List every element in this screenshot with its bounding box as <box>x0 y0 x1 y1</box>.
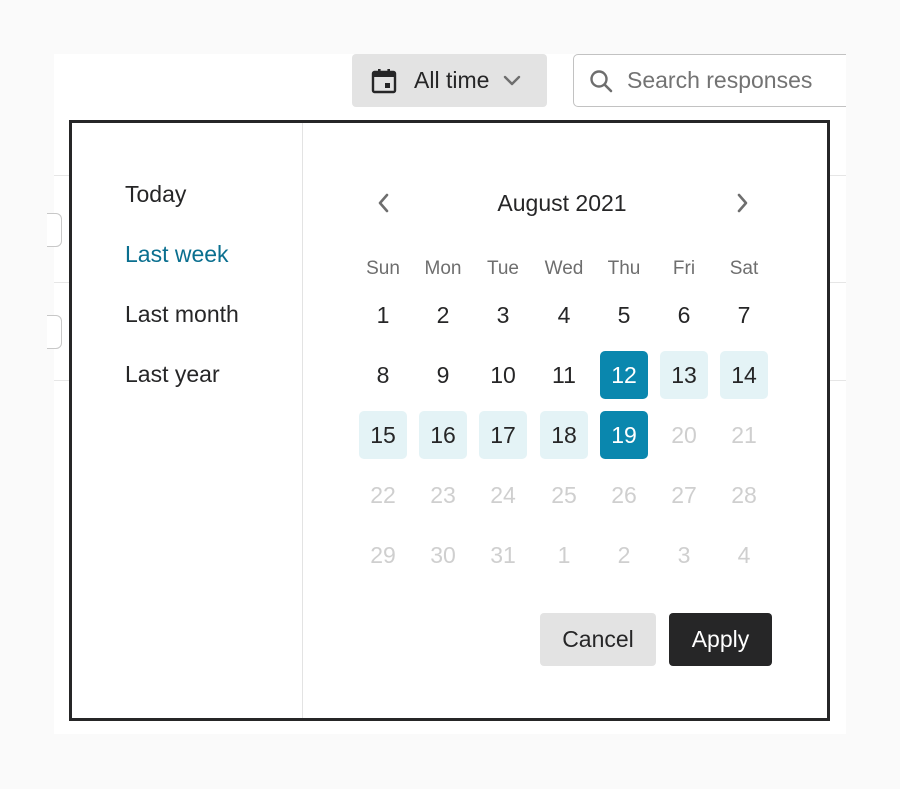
weekday-label: Sat <box>729 258 759 279</box>
calendar-day-disabled: 1 <box>557 541 571 568</box>
calendar-day-selected[interactable]: 12 <box>600 351 648 399</box>
calendar-day[interactable]: 6 <box>660 291 708 339</box>
calendar-day-disabled: 31 <box>490 541 516 568</box>
search-input[interactable] <box>627 67 847 94</box>
weekday-label: Mon <box>424 258 462 279</box>
date-filter-button[interactable]: All time <box>352 54 547 107</box>
calendar-day-disabled: 25 <box>551 481 577 508</box>
calendar-day-disabled: 28 <box>731 481 757 508</box>
preset-last-month[interactable]: Last month <box>125 300 239 328</box>
calendar-day[interactable]: 5 <box>600 291 648 339</box>
calendar-day-disabled: 30 <box>430 541 456 568</box>
calendar-day[interactable]: 1 <box>359 291 407 339</box>
calendar-day[interactable]: 4 <box>540 291 588 339</box>
calendar-day-disabled: 2 <box>617 541 631 568</box>
calendar-day[interactable]: 3 <box>479 291 527 339</box>
calendar-day-disabled: 26 <box>611 481 637 508</box>
calendar-day-disabled: 23 <box>430 481 456 508</box>
preset-last-week[interactable]: Last week <box>125 240 229 268</box>
viewport-edge <box>846 40 900 120</box>
weekday-label: Tue <box>486 258 520 279</box>
chevron-right-icon <box>737 193 749 213</box>
month-label: August 2021 <box>497 190 627 216</box>
calendar-day-disabled: 29 <box>370 541 396 568</box>
next-month-button[interactable] <box>725 185 761 221</box>
calendar-day-in-range[interactable]: 16 <box>419 411 467 459</box>
calendar-day-disabled: 27 <box>671 481 697 508</box>
calendar-icon <box>371 68 397 94</box>
chevron-down-icon <box>503 75 521 87</box>
calendar-day[interactable]: 7 <box>720 291 768 339</box>
date-range-popover: Today Last week Last month Last year Aug… <box>69 120 830 721</box>
search-box <box>573 54 863 107</box>
row-field-edge[interactable] <box>47 213 62 247</box>
preset-list: Today Last week Last month Last year <box>72 123 303 718</box>
apply-button[interactable]: Apply <box>669 613 772 666</box>
date-filter-label: All time <box>414 67 490 93</box>
weekday-label: Sun <box>366 258 400 279</box>
calendar-day[interactable]: 10 <box>479 351 527 399</box>
calendar-day-disabled: 24 <box>490 481 516 508</box>
row-field-edge[interactable] <box>47 315 62 349</box>
calendar-day-disabled: 22 <box>370 481 396 508</box>
calendar-day[interactable]: 8 <box>359 351 407 399</box>
calendar-header: August 2021 <box>362 185 762 221</box>
calendar-day-in-range[interactable]: 14 <box>720 351 768 399</box>
calendar-day-disabled: 3 <box>677 541 691 568</box>
preset-today[interactable]: Today <box>125 180 186 208</box>
calendar-day-disabled: 21 <box>731 421 757 448</box>
calendar-day-disabled: 4 <box>737 541 751 568</box>
calendar-day-selected[interactable]: 19 <box>600 411 648 459</box>
calendar-day-in-range[interactable]: 13 <box>660 351 708 399</box>
weekday-label: Wed <box>544 258 584 279</box>
search-icon <box>589 69 613 93</box>
calendar-day-disabled: 20 <box>671 421 697 448</box>
weekday-label: Thu <box>607 258 641 279</box>
calendar-day[interactable]: 11 <box>540 351 588 399</box>
calendar-day-in-range[interactable]: 17 <box>479 411 527 459</box>
cancel-button[interactable]: Cancel <box>540 613 656 666</box>
weekday-label: Fri <box>672 258 696 279</box>
calendar-day-in-range[interactable]: 15 <box>359 411 407 459</box>
calendar-day[interactable]: 2 <box>419 291 467 339</box>
preset-last-year[interactable]: Last year <box>125 360 220 388</box>
calendar-day-in-range[interactable]: 18 <box>540 411 588 459</box>
calendar-day[interactable]: 9 <box>419 351 467 399</box>
